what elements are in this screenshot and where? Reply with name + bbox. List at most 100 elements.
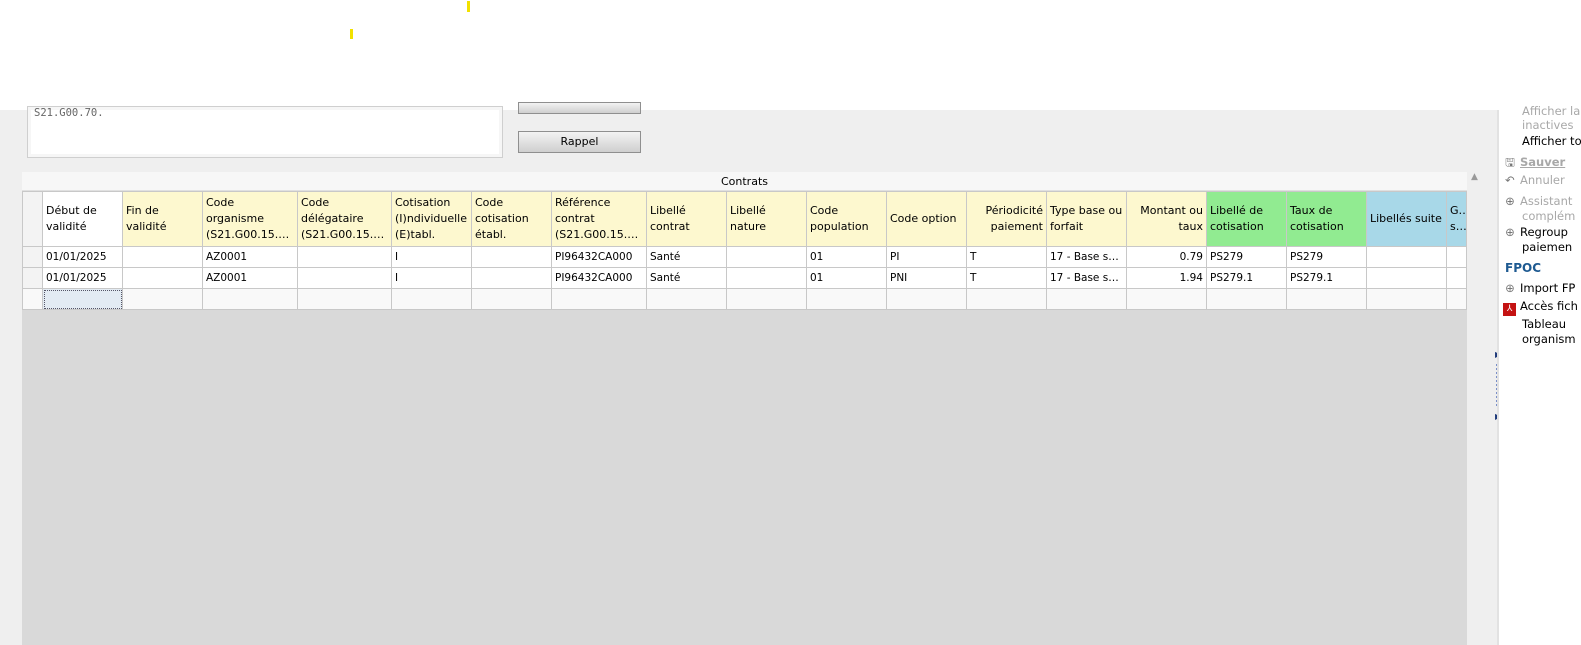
plus-circle-icon: ⊕ bbox=[1505, 281, 1515, 295]
sidebar-item-assistant[interactable]: ⊕ Assistant bbox=[1503, 194, 1572, 209]
table-cell[interactable]: 0.79 bbox=[1126, 246, 1207, 268]
table-cell[interactable]: 17 - Base sp... bbox=[1046, 267, 1127, 289]
table-cell[interactable] bbox=[1366, 288, 1447, 310]
table-cell[interactable] bbox=[1446, 246, 1467, 268]
scroll-up-icon[interactable]: ▲ bbox=[1471, 172, 1478, 182]
table-cell[interactable]: PS279 bbox=[1206, 246, 1287, 268]
column-header[interactable]: Code organisme (S21.G00.15.002) bbox=[202, 191, 298, 247]
table-cell[interactable] bbox=[806, 288, 887, 310]
column-header[interactable]: Gr sal bbox=[1446, 191, 1467, 247]
column-header[interactable]: Périodicité paiement bbox=[966, 191, 1047, 247]
table-cell[interactable] bbox=[1446, 288, 1467, 310]
table-cell[interactable]: 01/01/2025 bbox=[42, 267, 123, 289]
table-cell[interactable] bbox=[646, 288, 727, 310]
table-cell[interactable]: 01/01/2025 bbox=[42, 246, 123, 268]
table-cell[interactable]: AZ0001 bbox=[202, 267, 298, 289]
contracts-grid[interactable]: Début de validité Fin de validité Code org… bbox=[22, 191, 1467, 645]
table-cell[interactable] bbox=[1366, 246, 1447, 268]
vertical-scrollbar[interactable]: ▲ bbox=[1467, 172, 1485, 645]
table-cell[interactable] bbox=[1126, 288, 1207, 310]
column-header[interactable]: Code cotisation établ. bbox=[471, 191, 552, 247]
column-header[interactable]: Cotisation (I)ndividuelle (E)tabl. bbox=[391, 191, 472, 247]
table-cell[interactable] bbox=[122, 288, 203, 310]
table-row[interactable]: 01/01/2025 AZ0001 I PI96432CA000 Santé 01 PNI T… bbox=[22, 267, 1467, 289]
column-header[interactable]: Libellés suite bbox=[1366, 191, 1447, 247]
plus-circle-icon: ⊕ bbox=[1505, 194, 1515, 208]
column-header[interactable]: Taux de cotisation bbox=[1286, 191, 1367, 247]
table-cell[interactable]: I bbox=[391, 267, 472, 289]
table-cell[interactable] bbox=[726, 267, 807, 289]
sidebar-item-tableau[interactable]: Tableau bbox=[1522, 317, 1566, 332]
column-header[interactable]: Code population bbox=[806, 191, 887, 247]
table-cell[interactable]: Santé bbox=[646, 267, 727, 289]
table-cell[interactable] bbox=[122, 267, 203, 289]
table-cell[interactable]: I bbox=[391, 246, 472, 268]
table-cell[interactable]: 01 bbox=[806, 246, 887, 268]
sidebar-item-afficher-tout[interactable]: Afficher to bbox=[1522, 134, 1581, 149]
column-header[interactable]: Libellé contrat bbox=[646, 191, 727, 247]
table-cell[interactable]: PI96432CA000 bbox=[551, 267, 647, 289]
sidebar-item-regroup[interactable]: ⊕ Regroup bbox=[1503, 225, 1568, 240]
table-cell[interactable]: 17 - Base sp... bbox=[1046, 246, 1127, 268]
description-textbox[interactable]: S21.G00.70. bbox=[27, 106, 503, 158]
table-cell[interactable] bbox=[1286, 288, 1367, 310]
table-cell[interactable] bbox=[1446, 267, 1467, 289]
table-cell[interactable]: 01 bbox=[806, 267, 887, 289]
column-header[interactable]: Libellé de cotisation bbox=[1206, 191, 1287, 247]
row-header[interactable] bbox=[22, 246, 43, 268]
selected-cell[interactable] bbox=[42, 288, 123, 310]
table-cell[interactable]: 1.94 bbox=[1126, 267, 1207, 289]
table-cell[interactable]: PI bbox=[886, 246, 967, 268]
sidebar-item-regroup-2: paiemen bbox=[1522, 240, 1573, 254]
row-header[interactable] bbox=[22, 267, 43, 289]
table-cell[interactable]: T bbox=[966, 246, 1047, 268]
column-header[interactable]: Début de validité bbox=[42, 191, 123, 247]
table-cell[interactable]: PI96432CA000 bbox=[551, 246, 647, 268]
table-cell[interactable] bbox=[202, 288, 298, 310]
table-row[interactable]: 01/01/2025 AZ0001 I PI96432CA000 Santé 01 PI T 1… bbox=[22, 246, 1467, 268]
column-header[interactable]: Code délégataire (S21.G00.15.003) bbox=[297, 191, 392, 247]
table-cell[interactable] bbox=[1366, 267, 1447, 289]
table-cell[interactable] bbox=[471, 288, 552, 310]
table-cell[interactable] bbox=[1046, 288, 1127, 310]
sidebar-item-tableau-2: organism bbox=[1522, 332, 1576, 346]
sidebar-item-acces-fichier[interactable]: ⅄ Accès fich bbox=[1503, 299, 1578, 316]
column-header[interactable]: Fin de validité bbox=[122, 191, 203, 247]
column-header[interactable]: Code option bbox=[886, 191, 967, 247]
table-cell[interactable] bbox=[726, 288, 807, 310]
table-cell[interactable]: Santé bbox=[646, 246, 727, 268]
table-cell[interactable]: PS279.1 bbox=[1206, 267, 1287, 289]
sidebar-item-afficher-inactives[interactable]: Afficher la bbox=[1522, 104, 1580, 119]
grid-title: Contrats bbox=[22, 172, 1467, 191]
table-cell[interactable]: PS279 bbox=[1286, 246, 1367, 268]
table-cell[interactable]: PNI bbox=[886, 267, 967, 289]
table-cell[interactable] bbox=[471, 246, 552, 268]
upper-button[interactable] bbox=[518, 102, 641, 114]
table-cell[interactable] bbox=[966, 288, 1047, 310]
column-header[interactable]: Référence contrat (S21.G00.15.001) bbox=[551, 191, 647, 247]
table-cell[interactable] bbox=[122, 246, 203, 268]
table-cell[interactable] bbox=[22, 288, 43, 310]
column-header[interactable]: Type base ou forfait bbox=[1046, 191, 1127, 247]
table-cell[interactable] bbox=[726, 246, 807, 268]
table-cell[interactable] bbox=[551, 288, 647, 310]
table-cell[interactable] bbox=[1206, 288, 1287, 310]
table-cell[interactable] bbox=[297, 288, 392, 310]
table-cell[interactable] bbox=[391, 288, 472, 310]
annuler-label: Annuler bbox=[1520, 173, 1565, 187]
save-icon: 🖫 bbox=[1505, 155, 1515, 169]
column-header[interactable]: Libellé nature bbox=[726, 191, 807, 247]
table-cell[interactable] bbox=[886, 288, 967, 310]
table-cell[interactable]: AZ0001 bbox=[202, 246, 298, 268]
table-cell[interactable] bbox=[297, 267, 392, 289]
sidebar-item-import-fp[interactable]: ⊕ Import FP bbox=[1503, 281, 1575, 296]
table-cell[interactable] bbox=[471, 267, 552, 289]
sidebar-item-sauver[interactable]: 🖫 Sauver bbox=[1503, 155, 1565, 170]
table-cell[interactable]: T bbox=[966, 267, 1047, 289]
sidebar-item-annuler[interactable]: ↶ Annuler bbox=[1503, 173, 1565, 188]
column-header[interactable]: Montant ou taux bbox=[1126, 191, 1207, 247]
table-cell[interactable]: PS279.1 bbox=[1286, 267, 1367, 289]
new-row[interactable] bbox=[22, 288, 1467, 310]
rappel-button[interactable]: Rappel bbox=[518, 131, 641, 153]
table-cell[interactable] bbox=[297, 246, 392, 268]
